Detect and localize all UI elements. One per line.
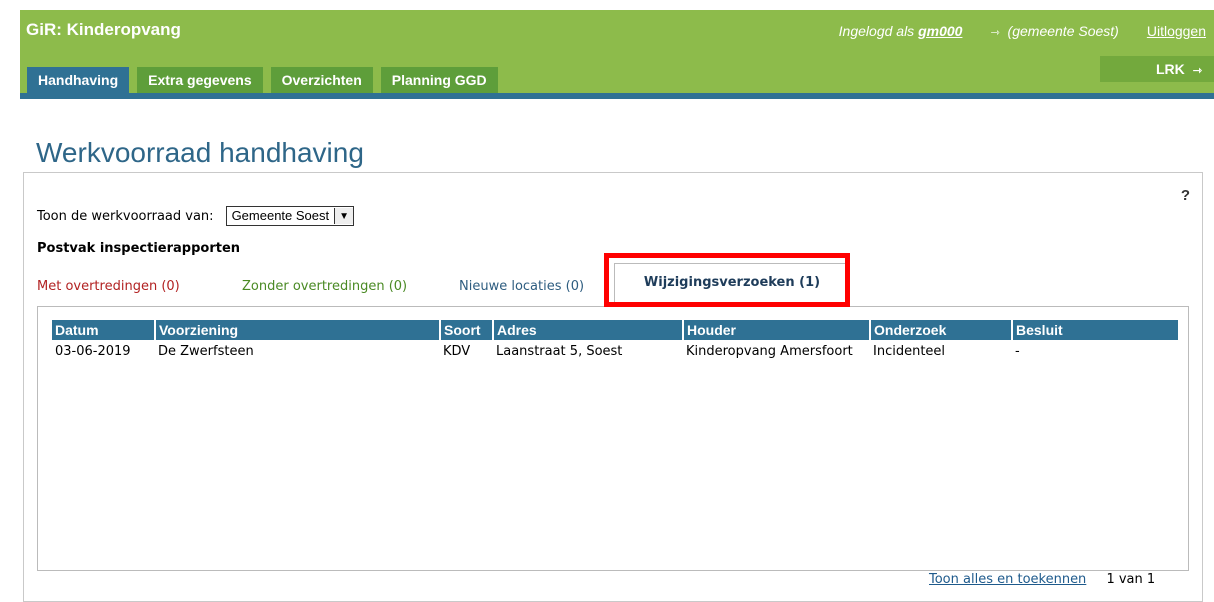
table-footer: Toon alles en toekennen 1 van 1 — [929, 572, 1155, 587]
workqueue-panel: ? Toon de werkvoorraad van: Gemeente Soe… — [23, 172, 1203, 602]
tab-handhaving[interactable]: Handhaving — [27, 67, 130, 93]
page-count: 1 van 1 — [1106, 572, 1156, 587]
col-datum[interactable]: Datum — [52, 320, 155, 340]
highlight-box — [604, 253, 850, 307]
lrk-button[interactable]: LRK ⇾ — [1100, 56, 1214, 82]
tab-planning-ggd[interactable]: Planning GGD — [380, 67, 498, 93]
col-voorziening[interactable]: Voorziening — [154, 320, 440, 340]
subtab-met-overtredingen[interactable]: Met overtredingen (0) — [37, 279, 180, 294]
header-divider — [20, 93, 1214, 99]
table-row[interactable]: 03-06-2019 De Zwerfsteen KDV Laanstraat … — [52, 340, 1178, 363]
col-soort[interactable]: Soort — [439, 320, 493, 340]
results-table: Datum Voorziening Soort Adres Houder Ond… — [52, 320, 1178, 363]
lrk-label: LRK — [1156, 61, 1185, 77]
municipality-select[interactable]: Gemeente Soest ▼ — [225, 206, 355, 226]
select-value: Gemeente Soest — [231, 208, 330, 223]
chevron-down-icon[interactable]: ▼ — [334, 208, 354, 224]
login-prefix: Ingelogd als — [838, 23, 915, 39]
page-title: Werkvoorraad handhaving — [36, 136, 364, 168]
tab-extra-gegevens[interactable]: Extra gegevens — [137, 67, 263, 93]
filter-label: Toon de werkvoorraad van: — [37, 208, 214, 224]
section-heading: Postvak inspectierapporten — [37, 241, 241, 256]
col-besluit[interactable]: Besluit — [1011, 320, 1178, 340]
login-info: Ingelogd als gm000 — [839, 23, 963, 39]
subtab-nieuwe-locaties[interactable]: Nieuwe locaties (0) — [459, 279, 584, 294]
filter-row: Toon de werkvoorraad van: Gemeente Soest… — [37, 206, 355, 226]
subtab-zonder-overtredingen[interactable]: Zonder overtredingen (0) — [242, 279, 407, 294]
col-adres[interactable]: Adres — [492, 320, 683, 340]
col-onderzoek[interactable]: Onderzoek — [869, 320, 1012, 340]
app-title: GiR: Kinderopvang — [26, 20, 181, 39]
show-all-assign-link[interactable]: Toon alles en toekennen — [929, 572, 1086, 587]
main-nav-tabs: Handhaving Extra gegevens Overzichten Pl… — [27, 67, 498, 93]
username-link[interactable]: gm000 — [918, 23, 962, 39]
municipality-switch[interactable]: ⇾ (gemeente Soest) — [990, 23, 1118, 39]
switch-arrow-icon: ⇾ — [990, 27, 1000, 39]
col-houder[interactable]: Houder — [682, 320, 870, 340]
app-window: GiR: Kinderopvang Ingelogd als gm000 ⇾ (… — [0, 0, 1214, 602]
cell-datum: 03-06-2019 — [55, 344, 131, 359]
cell-soort: KDV — [443, 344, 471, 359]
cell-voorziening: De Zwerfsteen — [158, 344, 254, 359]
cell-onderzoek: Incidenteel — [873, 344, 946, 359]
results-table-box: Datum Voorziening Soort Adres Houder Ond… — [37, 306, 1189, 571]
cell-adres: Laanstraat 5, Soest — [496, 344, 623, 359]
tab-overzichten[interactable]: Overzichten — [270, 67, 373, 93]
logout-link[interactable]: Uitloggen — [1147, 23, 1206, 39]
cell-houder: Kinderopvang Amersfoort — [686, 344, 853, 359]
header-bar: GiR: Kinderopvang Ingelogd als gm000 ⇾ (… — [20, 10, 1214, 99]
header-user-area: Ingelogd als gm000 ⇾ (gemeente Soest) Ui… — [839, 23, 1206, 39]
cell-besluit: - — [1015, 344, 1020, 359]
table-header-row: Datum Voorziening Soort Adres Houder Ond… — [52, 320, 1178, 340]
municipality-label: (gemeente Soest) — [1007, 23, 1119, 39]
help-icon[interactable]: ? — [1181, 187, 1190, 204]
lrk-arrow-icon: ⇾ — [1192, 65, 1202, 77]
